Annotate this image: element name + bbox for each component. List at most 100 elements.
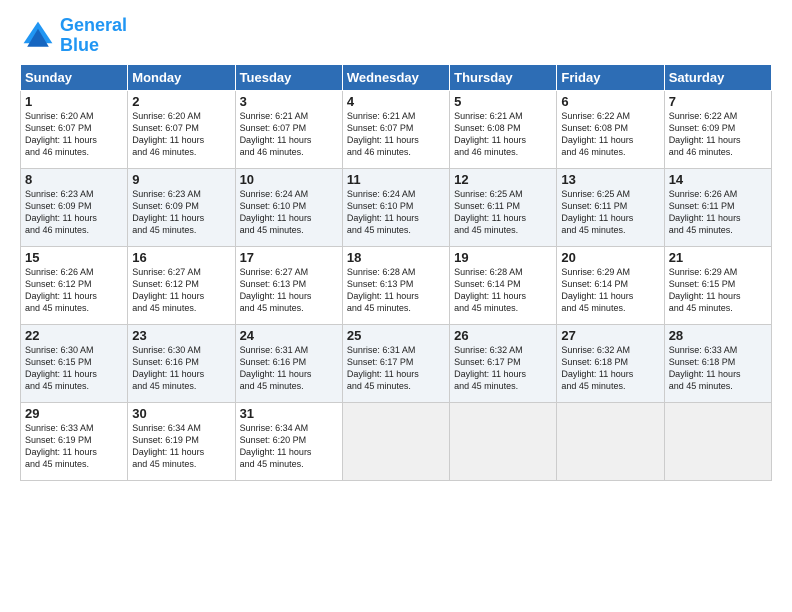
day-info: Sunrise: 6:33 AM Sunset: 6:18 PM Dayligh… [669, 344, 767, 393]
day-info: Sunrise: 6:28 AM Sunset: 6:13 PM Dayligh… [347, 266, 445, 315]
logo-text: General Blue [60, 16, 127, 56]
calendar-cell [557, 402, 664, 480]
day-info: Sunrise: 6:23 AM Sunset: 6:09 PM Dayligh… [25, 188, 123, 237]
day-info: Sunrise: 6:34 AM Sunset: 6:19 PM Dayligh… [132, 422, 230, 471]
calendar-cell: 29Sunrise: 6:33 AM Sunset: 6:19 PM Dayli… [21, 402, 128, 480]
day-number: 15 [25, 250, 123, 265]
calendar-cell: 22Sunrise: 6:30 AM Sunset: 6:15 PM Dayli… [21, 324, 128, 402]
day-number: 11 [347, 172, 445, 187]
calendar-cell: 25Sunrise: 6:31 AM Sunset: 6:17 PM Dayli… [342, 324, 449, 402]
day-number: 16 [132, 250, 230, 265]
day-info: Sunrise: 6:34 AM Sunset: 6:20 PM Dayligh… [240, 422, 338, 471]
day-info: Sunrise: 6:29 AM Sunset: 6:14 PM Dayligh… [561, 266, 659, 315]
day-number: 20 [561, 250, 659, 265]
day-header-friday: Friday [557, 64, 664, 90]
calendar-cell: 15Sunrise: 6:26 AM Sunset: 6:12 PM Dayli… [21, 246, 128, 324]
day-header-monday: Monday [128, 64, 235, 90]
page: General Blue SundayMondayTuesdayWednesda… [0, 0, 792, 612]
day-number: 30 [132, 406, 230, 421]
day-number: 5 [454, 94, 552, 109]
calendar-cell: 10Sunrise: 6:24 AM Sunset: 6:10 PM Dayli… [235, 168, 342, 246]
logo: General Blue [20, 16, 127, 56]
day-number: 2 [132, 94, 230, 109]
day-number: 31 [240, 406, 338, 421]
day-info: Sunrise: 6:21 AM Sunset: 6:08 PM Dayligh… [454, 110, 552, 159]
day-number: 12 [454, 172, 552, 187]
calendar-week-row: 29Sunrise: 6:33 AM Sunset: 6:19 PM Dayli… [21, 402, 772, 480]
header: General Blue [20, 16, 772, 56]
day-info: Sunrise: 6:31 AM Sunset: 6:17 PM Dayligh… [347, 344, 445, 393]
calendar-cell: 26Sunrise: 6:32 AM Sunset: 6:17 PM Dayli… [450, 324, 557, 402]
calendar-cell: 31Sunrise: 6:34 AM Sunset: 6:20 PM Dayli… [235, 402, 342, 480]
day-info: Sunrise: 6:32 AM Sunset: 6:18 PM Dayligh… [561, 344, 659, 393]
day-number: 13 [561, 172, 659, 187]
day-number: 17 [240, 250, 338, 265]
day-header-thursday: Thursday [450, 64, 557, 90]
calendar-cell: 16Sunrise: 6:27 AM Sunset: 6:12 PM Dayli… [128, 246, 235, 324]
calendar-cell: 11Sunrise: 6:24 AM Sunset: 6:10 PM Dayli… [342, 168, 449, 246]
day-number: 23 [132, 328, 230, 343]
day-info: Sunrise: 6:29 AM Sunset: 6:15 PM Dayligh… [669, 266, 767, 315]
day-number: 4 [347, 94, 445, 109]
calendar-cell: 14Sunrise: 6:26 AM Sunset: 6:11 PM Dayli… [664, 168, 771, 246]
calendar-cell: 8Sunrise: 6:23 AM Sunset: 6:09 PM Daylig… [21, 168, 128, 246]
day-info: Sunrise: 6:32 AM Sunset: 6:17 PM Dayligh… [454, 344, 552, 393]
day-number: 25 [347, 328, 445, 343]
day-info: Sunrise: 6:31 AM Sunset: 6:16 PM Dayligh… [240, 344, 338, 393]
calendar-cell: 12Sunrise: 6:25 AM Sunset: 6:11 PM Dayli… [450, 168, 557, 246]
day-number: 29 [25, 406, 123, 421]
day-number: 27 [561, 328, 659, 343]
calendar-cell: 20Sunrise: 6:29 AM Sunset: 6:14 PM Dayli… [557, 246, 664, 324]
day-info: Sunrise: 6:33 AM Sunset: 6:19 PM Dayligh… [25, 422, 123, 471]
day-number: 1 [25, 94, 123, 109]
day-number: 18 [347, 250, 445, 265]
calendar-cell: 27Sunrise: 6:32 AM Sunset: 6:18 PM Dayli… [557, 324, 664, 402]
calendar-cell: 28Sunrise: 6:33 AM Sunset: 6:18 PM Dayli… [664, 324, 771, 402]
day-header-wednesday: Wednesday [342, 64, 449, 90]
day-number: 7 [669, 94, 767, 109]
day-info: Sunrise: 6:22 AM Sunset: 6:09 PM Dayligh… [669, 110, 767, 159]
day-number: 26 [454, 328, 552, 343]
calendar-cell: 1Sunrise: 6:20 AM Sunset: 6:07 PM Daylig… [21, 90, 128, 168]
day-info: Sunrise: 6:23 AM Sunset: 6:09 PM Dayligh… [132, 188, 230, 237]
calendar-cell: 5Sunrise: 6:21 AM Sunset: 6:08 PM Daylig… [450, 90, 557, 168]
calendar-cell: 24Sunrise: 6:31 AM Sunset: 6:16 PM Dayli… [235, 324, 342, 402]
calendar-week-row: 8Sunrise: 6:23 AM Sunset: 6:09 PM Daylig… [21, 168, 772, 246]
day-header-saturday: Saturday [664, 64, 771, 90]
day-header-sunday: Sunday [21, 64, 128, 90]
day-number: 24 [240, 328, 338, 343]
calendar-cell: 30Sunrise: 6:34 AM Sunset: 6:19 PM Dayli… [128, 402, 235, 480]
day-info: Sunrise: 6:24 AM Sunset: 6:10 PM Dayligh… [347, 188, 445, 237]
day-info: Sunrise: 6:20 AM Sunset: 6:07 PM Dayligh… [132, 110, 230, 159]
day-info: Sunrise: 6:27 AM Sunset: 6:12 PM Dayligh… [132, 266, 230, 315]
calendar-cell [664, 402, 771, 480]
day-info: Sunrise: 6:25 AM Sunset: 6:11 PM Dayligh… [561, 188, 659, 237]
day-number: 14 [669, 172, 767, 187]
day-info: Sunrise: 6:20 AM Sunset: 6:07 PM Dayligh… [25, 110, 123, 159]
calendar-week-row: 22Sunrise: 6:30 AM Sunset: 6:15 PM Dayli… [21, 324, 772, 402]
day-info: Sunrise: 6:26 AM Sunset: 6:11 PM Dayligh… [669, 188, 767, 237]
logo-icon [20, 18, 56, 54]
day-header-tuesday: Tuesday [235, 64, 342, 90]
day-info: Sunrise: 6:25 AM Sunset: 6:11 PM Dayligh… [454, 188, 552, 237]
day-number: 3 [240, 94, 338, 109]
day-info: Sunrise: 6:30 AM Sunset: 6:16 PM Dayligh… [132, 344, 230, 393]
calendar-cell [342, 402, 449, 480]
day-info: Sunrise: 6:26 AM Sunset: 6:12 PM Dayligh… [25, 266, 123, 315]
calendar-cell: 19Sunrise: 6:28 AM Sunset: 6:14 PM Dayli… [450, 246, 557, 324]
calendar-week-row: 15Sunrise: 6:26 AM Sunset: 6:12 PM Dayli… [21, 246, 772, 324]
day-info: Sunrise: 6:21 AM Sunset: 6:07 PM Dayligh… [240, 110, 338, 159]
calendar-cell: 2Sunrise: 6:20 AM Sunset: 6:07 PM Daylig… [128, 90, 235, 168]
day-info: Sunrise: 6:28 AM Sunset: 6:14 PM Dayligh… [454, 266, 552, 315]
calendar-cell: 21Sunrise: 6:29 AM Sunset: 6:15 PM Dayli… [664, 246, 771, 324]
calendar-cell: 4Sunrise: 6:21 AM Sunset: 6:07 PM Daylig… [342, 90, 449, 168]
day-info: Sunrise: 6:22 AM Sunset: 6:08 PM Dayligh… [561, 110, 659, 159]
calendar-header-row: SundayMondayTuesdayWednesdayThursdayFrid… [21, 64, 772, 90]
day-info: Sunrise: 6:24 AM Sunset: 6:10 PM Dayligh… [240, 188, 338, 237]
calendar-cell: 9Sunrise: 6:23 AM Sunset: 6:09 PM Daylig… [128, 168, 235, 246]
day-number: 28 [669, 328, 767, 343]
calendar-cell: 3Sunrise: 6:21 AM Sunset: 6:07 PM Daylig… [235, 90, 342, 168]
day-number: 19 [454, 250, 552, 265]
day-info: Sunrise: 6:30 AM Sunset: 6:15 PM Dayligh… [25, 344, 123, 393]
calendar-cell: 13Sunrise: 6:25 AM Sunset: 6:11 PM Dayli… [557, 168, 664, 246]
